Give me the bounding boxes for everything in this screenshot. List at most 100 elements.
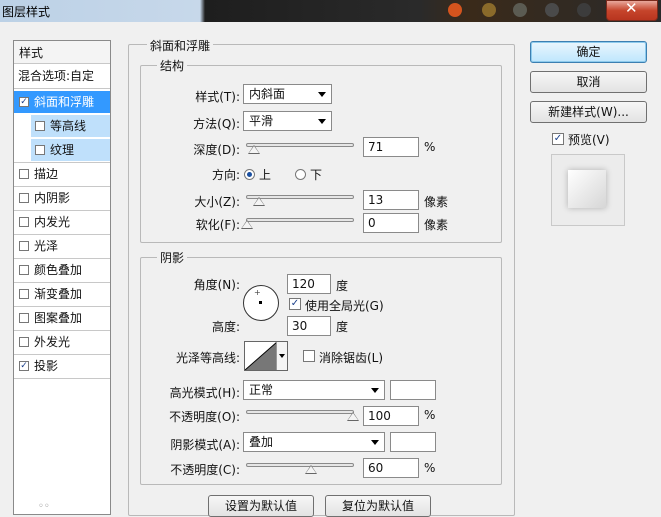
style-item-inner-glow[interactable]: 内发光 [14, 211, 110, 233]
style-select-value: 内斜面 [249, 87, 286, 101]
soften-slider-thumb[interactable] [241, 220, 253, 229]
style-checkbox[interactable] [19, 313, 29, 323]
highlight-mode-label: 高光模式(H): [169, 386, 240, 400]
gloss-contour-picker[interactable] [244, 341, 288, 371]
direction-up-label: 上 [259, 168, 272, 182]
crosshair-icon: + [254, 288, 261, 297]
background-circle-icon [448, 3, 462, 17]
highlight-color-swatch[interactable] [390, 380, 436, 400]
style-item-stroke[interactable]: 描边 [14, 163, 110, 185]
style-item-inner-shadow[interactable]: 内阴影 [14, 187, 110, 209]
soften-input[interactable]: 0 [363, 213, 419, 233]
style-checkbox[interactable]: ✓ [19, 361, 29, 371]
style-item-color-overlay[interactable]: 颜色叠加 [14, 259, 110, 281]
style-item-gradient-overlay[interactable]: 渐变叠加 [14, 283, 110, 305]
style-checkbox[interactable] [19, 241, 29, 251]
style-checkbox[interactable]: ✓ [19, 97, 29, 107]
style-item-satin[interactable]: 光泽 [14, 235, 110, 257]
style-checkbox[interactable] [19, 337, 29, 347]
shadow-opacity-input[interactable]: 60 [363, 458, 419, 478]
depth-slider[interactable] [246, 143, 354, 147]
styles-header-label: 样式 [19, 46, 44, 60]
shadow-color-swatch[interactable] [390, 432, 436, 452]
highlight-opacity-input[interactable]: 100 [363, 406, 419, 426]
style-checkbox[interactable] [35, 145, 45, 155]
direction-label: 方向: [211, 168, 240, 182]
divider [14, 88, 110, 89]
style-preview [551, 154, 625, 226]
size-input[interactable]: 13 [363, 190, 419, 210]
style-item-pattern-overlay[interactable]: 图案叠加 [14, 307, 110, 329]
style-item-label: 渐变叠加 [34, 287, 83, 301]
style-item-label: 颜色叠加 [34, 263, 83, 277]
chevron-down-icon [318, 119, 326, 124]
size-unit: 像素 [424, 195, 449, 209]
preview-checkbox[interactable]: ✓ [552, 133, 564, 145]
shadow-opacity-slider[interactable] [246, 463, 354, 467]
blend-options-label: 混合选项:自定 [18, 69, 95, 83]
highlight-mode-select[interactable]: 正常 [243, 380, 385, 400]
shadow-opacity-unit: % [424, 461, 436, 475]
new-style-button[interactable]: 新建样式(W)... [530, 101, 647, 123]
style-item-label: 纹理 [50, 143, 75, 157]
antialias-checkbox[interactable] [303, 350, 315, 362]
style-item-outer-glow[interactable]: 外发光 [14, 331, 110, 353]
title-bar: 图层样式 ✕ [0, 0, 661, 22]
style-item-texture[interactable]: 纹理 [14, 139, 110, 161]
style-checkbox[interactable] [19, 169, 29, 179]
style-label: 样式(T): [195, 90, 240, 104]
depth-input[interactable]: 71 [363, 137, 419, 157]
style-item-contour[interactable]: 等高线 [14, 115, 110, 137]
technique-label: 方法(Q): [193, 117, 240, 131]
global-light-label: 使用全局光(G) [305, 299, 384, 313]
style-item-bevel[interactable]: ✓ 斜面和浮雕 [14, 91, 110, 113]
depth-unit: % [424, 140, 436, 154]
cancel-button[interactable]: 取消 [530, 71, 647, 93]
size-label: 大小(Z): [194, 195, 240, 209]
style-checkbox[interactable] [19, 217, 29, 227]
highlight-opacity-unit: % [424, 408, 436, 422]
gloss-contour-label: 光泽等高线: [175, 351, 240, 365]
highlight-opacity-label: 不透明度(O): [169, 410, 240, 424]
altitude-input[interactable]: 30 [287, 316, 331, 336]
shadow-opacity-label: 不透明度(C): [170, 463, 240, 477]
angle-input[interactable]: 120 [287, 274, 331, 294]
shadow-opacity-thumb[interactable] [305, 465, 317, 474]
blend-options-item[interactable]: 混合选项:自定 [14, 65, 110, 87]
background-circle-icon [482, 3, 496, 17]
styles-header: 样式 [14, 41, 110, 64]
style-item-label: 描边 [34, 167, 59, 181]
style-item-label: 光泽 [34, 239, 59, 253]
technique-select[interactable]: 平滑 [243, 111, 332, 131]
global-light-checkbox[interactable]: ✓ [289, 298, 301, 310]
style-checkbox[interactable] [19, 289, 29, 299]
direction-up-radio[interactable] [244, 169, 255, 180]
style-checkbox[interactable] [35, 121, 45, 131]
make-default-button[interactable]: 设置为默认值 [208, 495, 314, 517]
highlight-opacity-slider[interactable] [246, 410, 354, 414]
highlight-opacity-thumb[interactable] [347, 412, 359, 421]
style-select[interactable]: 内斜面 [243, 84, 332, 104]
size-slider-thumb[interactable] [253, 197, 265, 206]
depth-label: 深度(D): [193, 143, 240, 157]
style-checkbox[interactable] [19, 193, 29, 203]
ok-button[interactable]: 确定 [530, 41, 647, 63]
angle-dial[interactable]: + [243, 285, 279, 321]
bevel-emboss-title: 斜面和浮雕 [147, 37, 214, 54]
shadow-mode-value: 叠加 [249, 435, 274, 449]
shadow-mode-select[interactable]: 叠加 [243, 432, 385, 452]
direction-down-radio[interactable] [295, 169, 306, 180]
reset-default-button[interactable]: 复位为默认值 [325, 495, 431, 517]
close-button[interactable]: ✕ [606, 0, 658, 21]
background-circle-icon [513, 3, 527, 17]
style-checkbox[interactable] [19, 265, 29, 275]
style-item-drop-shadow[interactable]: ✓ 投影 [14, 355, 110, 377]
chevron-down-icon[interactable] [276, 342, 287, 370]
style-item-label: 斜面和浮雕 [34, 95, 95, 109]
structure-title: 结构 [157, 57, 188, 74]
resize-grip-icon[interactable]: ◦◦ [38, 501, 50, 512]
style-item-label: 图案叠加 [34, 311, 83, 325]
soften-slider[interactable] [246, 218, 354, 222]
depth-slider-thumb[interactable] [248, 145, 260, 154]
altitude-label: 高度: [211, 320, 240, 334]
